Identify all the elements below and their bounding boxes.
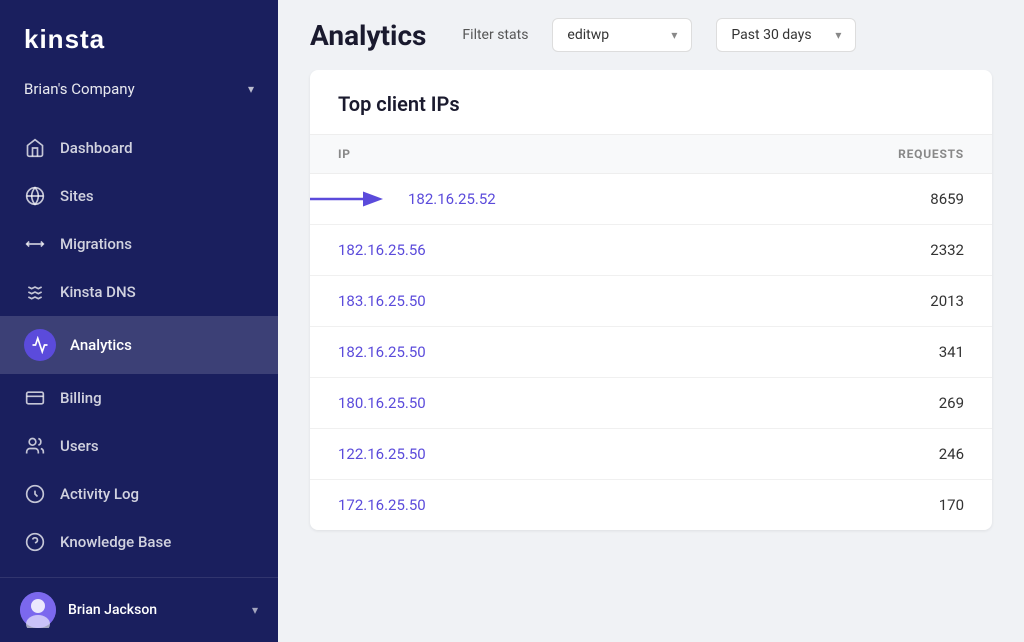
requests-count: 341	[939, 343, 964, 361]
activity-icon	[24, 483, 46, 505]
sidebar-item-migrations[interactable]: Migrations	[0, 220, 278, 268]
sidebar-label-users: Users	[60, 437, 99, 455]
card-header: Top client IPs	[310, 70, 992, 135]
table-row: 182.16.25.52 8659	[310, 174, 992, 225]
analytics-icon-wrap	[24, 329, 56, 361]
sidebar-label-kinsta-dns: Kinsta DNS	[60, 283, 136, 301]
ip-address-link[interactable]: 182.16.25.50	[338, 343, 426, 361]
dns-icon	[24, 281, 46, 303]
requests-count: 170	[939, 496, 964, 514]
user-info: Brian Jackson	[20, 592, 157, 628]
sidebar-item-kinsta-dns[interactable]: Kinsta DNS	[0, 268, 278, 316]
migrations-icon	[24, 233, 46, 255]
ip-address-link[interactable]: 180.16.25.50	[338, 394, 426, 412]
main-scroll-area: Top client IPs IP REQUESTS	[278, 70, 1024, 642]
company-selector[interactable]: Brian's Company ▾	[0, 70, 278, 116]
table-header-row: IP REQUESTS	[310, 135, 992, 174]
requests-count: 269	[939, 394, 964, 412]
knowledge-icon	[24, 531, 46, 553]
table-row: 180.16.25.50 269	[310, 378, 992, 429]
requests-count: 2332	[930, 241, 964, 259]
ip-address-link[interactable]: 182.16.25.56	[338, 241, 426, 259]
card-title: Top client IPs	[338, 92, 460, 116]
company-chevron-icon: ▾	[248, 82, 254, 96]
sidebar-item-users[interactable]: Users	[0, 422, 278, 470]
sidebar-item-knowledge-base[interactable]: Knowledge Base	[0, 518, 278, 566]
sidebar-item-billing[interactable]: Billing	[0, 374, 278, 422]
billing-icon	[24, 387, 46, 409]
table-row: 182.16.25.56 2332	[310, 225, 992, 276]
ip-address-link[interactable]: 172.16.25.50	[338, 496, 426, 514]
sidebar-label-billing: Billing	[60, 389, 102, 407]
analytics-icon	[29, 334, 51, 356]
main-content-area: Analytics Filter stats editwp ▾ Past 30 …	[278, 0, 1024, 642]
page-header: Analytics Filter stats editwp ▾ Past 30 …	[278, 0, 1024, 70]
sidebar-label-knowledge-base: Knowledge Base	[60, 533, 171, 551]
sidebar-label-dashboard: Dashboard	[60, 139, 133, 157]
sidebar-nav: Dashboard Sites Migrations	[0, 116, 278, 577]
users-icon	[24, 435, 46, 457]
table-row: 122.16.25.50 246	[310, 429, 992, 480]
filter-chevron-icon: ▾	[671, 28, 677, 42]
sidebar-item-sites[interactable]: Sites	[0, 172, 278, 220]
user-name: Brian Jackson	[68, 602, 157, 618]
top-client-ips-card: Top client IPs IP REQUESTS	[310, 70, 992, 530]
requests-count: 246	[939, 445, 964, 463]
sidebar-label-analytics: Analytics	[70, 336, 132, 354]
user-chevron-icon: ▾	[252, 603, 258, 617]
logo-area: kinsta	[0, 0, 278, 70]
table-row: 183.16.25.50 2013	[310, 276, 992, 327]
kinsta-wordmark: kinsta	[24, 22, 134, 54]
col-requests-header: REQUESTS	[898, 147, 964, 161]
ip-address-link[interactable]: 183.16.25.50	[338, 292, 426, 310]
sites-icon	[24, 185, 46, 207]
sidebar-item-dashboard[interactable]: Dashboard	[0, 124, 278, 172]
highlight-arrow-icon	[310, 188, 390, 210]
svg-text:kinsta: kinsta	[24, 24, 105, 54]
ip-address-link[interactable]: 122.16.25.50	[338, 445, 426, 463]
filter-dropdown[interactable]: editwp ▾	[552, 18, 692, 52]
avatar	[20, 592, 56, 628]
sidebar-item-activity-log[interactable]: Activity Log	[0, 470, 278, 518]
requests-count: 2013	[930, 292, 964, 310]
date-range-dropdown[interactable]: Past 30 days ▾	[716, 18, 856, 52]
filter-value: editwp	[567, 27, 663, 43]
page-title: Analytics	[310, 19, 426, 52]
user-profile[interactable]: Brian Jackson ▾	[0, 577, 278, 642]
sidebar-label-migrations: Migrations	[60, 235, 132, 253]
sidebar-label-sites: Sites	[60, 187, 94, 205]
sidebar-item-analytics[interactable]: Analytics	[0, 316, 278, 374]
kinsta-logo: kinsta	[24, 22, 254, 54]
col-ip-header: IP	[338, 147, 351, 161]
home-icon	[24, 137, 46, 159]
sidebar: kinsta Brian's Company ▾ Dashboard	[0, 0, 278, 642]
table-row: 172.16.25.50 170	[310, 480, 992, 530]
sidebar-label-activity-log: Activity Log	[60, 485, 139, 503]
requests-count: 8659	[930, 190, 964, 208]
company-name: Brian's Company	[24, 80, 135, 98]
date-chevron-icon: ▾	[835, 28, 841, 42]
arrow-indicator	[310, 188, 390, 210]
table-row: 182.16.25.50 341	[310, 327, 992, 378]
filter-stats-label: Filter stats	[462, 27, 528, 43]
date-range-value: Past 30 days	[731, 27, 827, 43]
